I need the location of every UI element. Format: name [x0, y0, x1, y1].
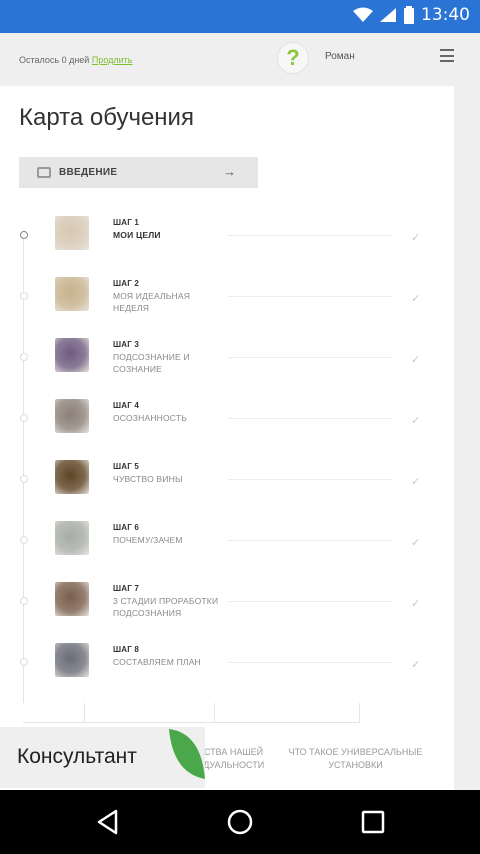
dotted-divider — [229, 540, 392, 541]
dotted-divider — [229, 357, 392, 358]
signal-icon — [380, 8, 396, 22]
home-icon[interactable] — [226, 808, 254, 836]
intro-label: ВВЕДЕНИЕ — [59, 167, 118, 178]
check-icon: ✓ — [411, 659, 421, 671]
step-title: МОИ ЦЕЛИ — [113, 230, 161, 240]
clock: 13:40 — [421, 5, 470, 25]
step-title: СОСТАВЛЯЕМ ПЛАН — [113, 657, 201, 667]
step-number: ШАГ 4 — [113, 401, 140, 410]
check-icon: ✓ — [411, 293, 421, 305]
recents-icon[interactable] — [359, 808, 387, 836]
step-item[interactable]: ШАГ 8 СОСТАВЛЯЕМ ПЛАН ✓ — [0, 643, 454, 704]
step-title: ОСОЗНАННОСТЬ — [113, 413, 188, 423]
step-thumbnail — [55, 643, 89, 677]
intro-button[interactable]: ВВЕДЕНИЕ → — [19, 157, 258, 188]
timeline-dot — [20, 597, 28, 605]
step-item[interactable]: ШАГ 7 3 СТАДИИ ПРОРАБОТКИ ПОДСОЗНАНИЯ ✓ — [0, 582, 454, 643]
dotted-divider — [229, 601, 392, 602]
dotted-divider — [229, 418, 392, 419]
step-thumbnail — [55, 460, 89, 494]
step-thumbnail — [55, 521, 89, 555]
step-thumbnail — [55, 277, 89, 311]
timeline-dot — [20, 292, 28, 300]
step-number: ШАГ 2 — [113, 279, 140, 288]
step-title: 3 СТАДИИ ПРОРАБОТКИ ПОДСОЗНАНИЯ — [113, 596, 219, 618]
step-item[interactable]: ШАГ 2 МОЯ ИДЕАЛЬНАЯ НЕДЕЛЯ ✓ — [0, 277, 454, 338]
step-title: МОЯ ИДЕАЛЬНАЯ НЕДЕЛЯ — [113, 291, 191, 313]
step-number: ШАГ 8 — [113, 645, 140, 654]
extend-link[interactable]: Продлить — [92, 55, 133, 65]
timeline-dot — [20, 536, 28, 544]
video-icon — [37, 167, 51, 178]
dotted-divider — [229, 662, 392, 663]
timeline-dot — [20, 658, 28, 666]
step-item[interactable]: ШАГ 4 ОСОЗНАННОСТЬ ✓ — [0, 399, 454, 460]
step-title: ПОЧЕМУ/ЗАЧЕМ — [113, 535, 183, 545]
link-universal-settings[interactable]: ЧТО ТАКОЕ УНИВЕРСАЛЬНЫЕ УСТАНОВКИ — [288, 746, 423, 772]
learning-map-card: Карта обучения ВВЕДЕНИЕ → ШАГ 1 МОИ ЦЕЛИ… — [0, 86, 454, 790]
step-item[interactable]: ШАГ 1 МОИ ЦЕЛИ ✓ — [0, 216, 454, 277]
battery-icon — [404, 6, 414, 24]
step-number: ШАГ 1 — [113, 218, 140, 227]
wifi-icon — [353, 7, 373, 22]
leaf-icon — [169, 729, 205, 779]
trial-info: Осталось 0 дней Продлить — [19, 55, 132, 65]
top-bar: Осталось 0 дней Продлить ? Роман — [0, 33, 480, 86]
check-icon: ✓ — [411, 232, 421, 244]
check-icon: ✓ — [411, 598, 421, 610]
timeline-dot — [20, 414, 28, 422]
step-number: ШАГ 6 — [113, 523, 140, 532]
help-button[interactable]: ? — [277, 42, 309, 74]
step-thumbnail — [55, 338, 89, 372]
step-number: ШАГ 5 — [113, 462, 140, 471]
arrow-right-icon: → — [223, 164, 236, 179]
timeline-dot — [20, 475, 28, 483]
timeline-bottom-connector — [23, 703, 360, 723]
step-title: ЧУВСТВО ВИНЫ — [113, 474, 183, 484]
system-nav-bar — [0, 790, 480, 854]
step-number: ШАГ 3 — [113, 340, 140, 349]
step-item[interactable]: ШАГ 5 ЧУВСТВО ВИНЫ ✓ — [0, 460, 454, 521]
timeline-dot — [20, 231, 28, 239]
step-thumbnail — [55, 216, 89, 250]
step-title: ПОДСОЗНАНИЕ И СОЗНАНИЕ — [113, 352, 190, 374]
check-icon: ✓ — [411, 476, 421, 488]
step-number: ШАГ 7 — [113, 584, 140, 593]
dotted-divider — [229, 479, 392, 480]
trial-text: Осталось 0 дней — [19, 55, 90, 65]
step-item[interactable]: ШАГ 6 ПОЧЕМУ/ЗАЧЕМ ✓ — [0, 521, 454, 582]
consultant-label: Консультант — [17, 745, 137, 768]
step-item[interactable]: ШАГ 3 ПОДСОЗНАНИЕ И СОЗНАНИЕ ✓ — [0, 338, 454, 399]
status-icons: 13:40 — [353, 5, 470, 25]
question-icon: ? — [286, 45, 300, 70]
dotted-divider — [229, 235, 392, 236]
check-icon: ✓ — [411, 415, 421, 427]
step-thumbnail — [55, 582, 89, 616]
user-name[interactable]: Роман — [325, 51, 355, 62]
step-thumbnail — [55, 399, 89, 433]
back-icon[interactable] — [94, 808, 122, 836]
check-icon: ✓ — [411, 354, 421, 366]
status-bar: 13:40 — [0, 0, 480, 33]
check-icon: ✓ — [411, 537, 421, 549]
hamburger-menu-icon[interactable] — [440, 49, 454, 62]
timeline-dot — [20, 353, 28, 361]
dotted-divider — [229, 296, 392, 297]
page-title: Карта обучения — [19, 104, 194, 131]
